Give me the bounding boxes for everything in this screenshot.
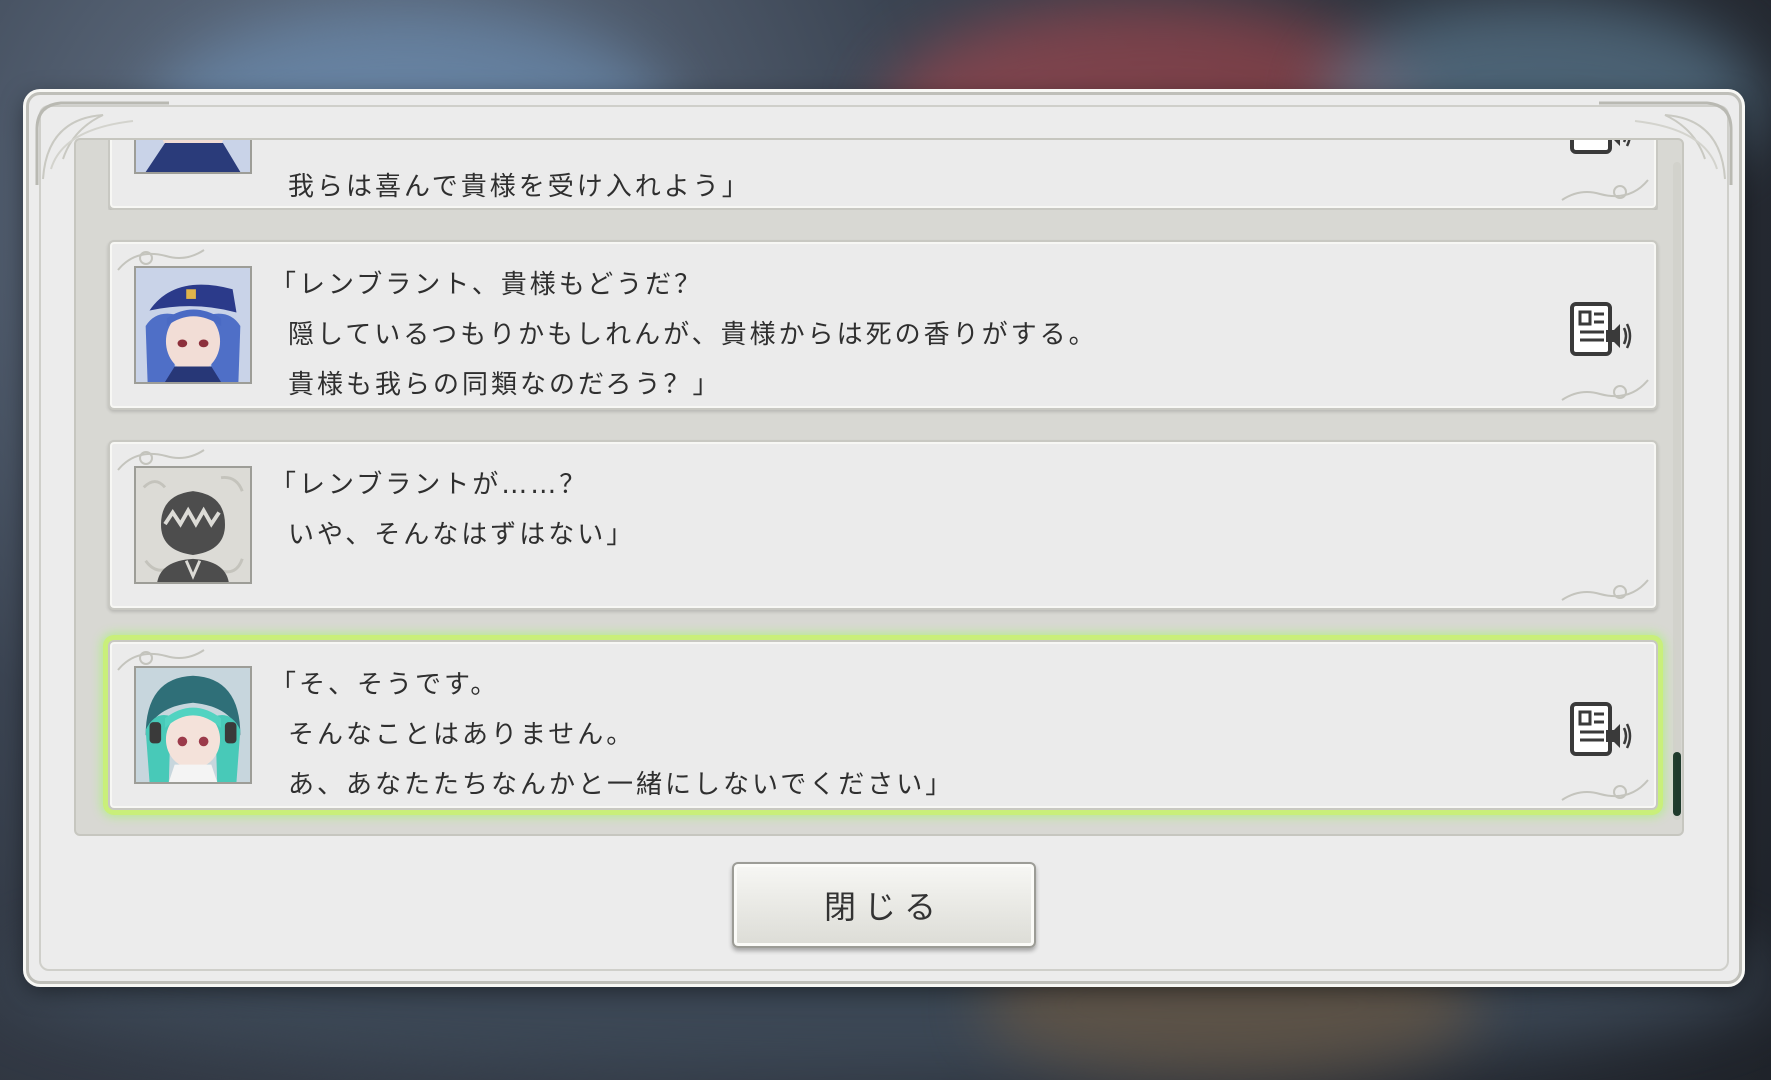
voice-replay-icon (1570, 702, 1632, 756)
blue-haired-officer-portrait (134, 266, 252, 384)
voice-replay-button[interactable] (1568, 700, 1632, 758)
dialogue-line: 「そ、そうです。 (270, 670, 500, 700)
ornament-flourish-icon (1561, 579, 1649, 601)
dialogue-line: いや、そんなはずはない」 (288, 520, 636, 550)
teal-haired-girl-portrait (134, 666, 252, 784)
log-entry-current: 「そ、そうです。 そんなことはありません。 あ、あなたたちなんかと一緒にしないで… (108, 640, 1658, 810)
dialogue-line: 貴様も我らの同類なのだろう？」 (288, 370, 722, 400)
scrollbar-track[interactable] (1673, 162, 1681, 820)
dialogue-line: あ、あなたたちなんかと一緒にしないでください」 (288, 770, 955, 800)
dialogue-line: 我らは喜んで貴様を受け入れよう」 (288, 172, 751, 202)
dialogue-line: そんなことはありません。 (288, 720, 636, 750)
close-button[interactable]: 閉じる (732, 862, 1036, 948)
silhouette-portrait (134, 466, 252, 584)
ornament-flourish-icon (1561, 379, 1649, 401)
voice-replay-icon (1570, 302, 1632, 356)
dialogue-line: 「レンブラント、貴様もどうだ？ (270, 270, 704, 300)
ornament-flourish-icon (1561, 179, 1649, 201)
log-entry: 「レンブラント、貴様もどうだ？ 隠しているつもりかもしれんが、貴様からは死の香り… (108, 240, 1658, 410)
scrollbar-thumb[interactable] (1673, 752, 1681, 816)
dialogue-line: 「レンブラントが……？ (270, 470, 589, 500)
dialogue-line: 隠しているつもりかもしれんが、貴様からは死の香りがする。 (288, 320, 1098, 350)
log-entry: 「レンブラントが……？ いや、そんなはずはない」 (108, 440, 1658, 610)
voice-replay-button[interactable] (1568, 300, 1632, 358)
ornament-flourish-icon (1561, 779, 1649, 801)
